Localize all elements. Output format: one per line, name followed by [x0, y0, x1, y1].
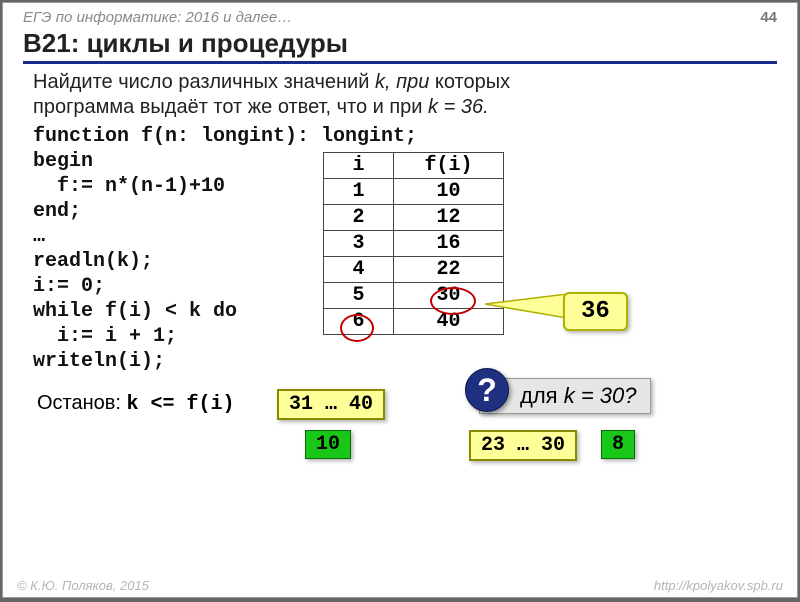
task-k: k, при — [375, 71, 435, 93]
page-number: 44 — [760, 9, 777, 26]
footer-url: http://kpolyakov.spb.ru — [654, 578, 783, 593]
task-k2: k = 36. — [428, 96, 489, 118]
circle-30 — [430, 287, 476, 315]
stop-condition: k <= f(i) — [127, 393, 235, 416]
footer: © К.Ю. Поляков, 2015 http://kpolyakov.sp… — [17, 578, 783, 593]
task-part: Найдите число различных значений — [33, 71, 375, 93]
answer-8: 8 — [601, 430, 635, 459]
task-part: программа выдаёт тот же ответ, что и при — [33, 96, 428, 118]
stop-label: Останов: — [37, 392, 127, 414]
content-area: function f(n: longint): longint; begin f… — [33, 124, 767, 374]
table-row: 110 — [324, 179, 504, 205]
answer-10: 10 — [305, 430, 351, 459]
table-row: 316 — [324, 231, 504, 257]
header-left: ЕГЭ по информатике: 2016 и далее… — [23, 9, 292, 26]
col-i: i — [324, 153, 394, 179]
table-header-row: i f(i) — [324, 153, 504, 179]
circle-6 — [340, 314, 374, 342]
question-badge: ? — [465, 368, 509, 412]
stop-text: Останов: k <= f(i) — [37, 392, 235, 416]
forq-pre: для — [520, 383, 564, 408]
value-table: i f(i) 110 212 316 422 530 640 — [323, 152, 504, 335]
slide: ЕГЭ по информатике: 2016 и далее… 44 B21… — [2, 2, 798, 598]
table-row: 530 — [324, 283, 504, 309]
callout-pointer — [485, 294, 569, 330]
range-box-2: 23 … 30 — [469, 430, 577, 461]
slide-title: B21: циклы и процедуры — [23, 28, 777, 64]
table-row: 422 — [324, 257, 504, 283]
col-fi: f(i) — [394, 153, 504, 179]
range-box-1: 31 … 40 — [277, 389, 385, 420]
task-text: Найдите число различных значений k, при … — [33, 70, 767, 120]
callout-36: 36 — [563, 292, 628, 331]
task-part: которых — [435, 71, 510, 93]
table-row: 212 — [324, 205, 504, 231]
header: ЕГЭ по информатике: 2016 и далее… 44 — [3, 3, 797, 26]
copyright: © К.Ю. Поляков, 2015 — [17, 578, 149, 593]
forq-k: k = 30? — [564, 383, 637, 408]
